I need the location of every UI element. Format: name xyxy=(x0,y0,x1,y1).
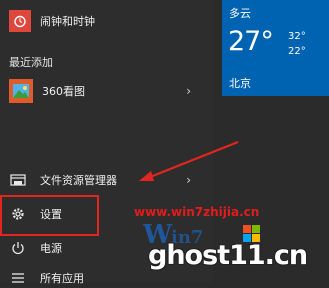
watermark-site: ghost11.cn xyxy=(148,240,308,271)
watermark-url: www.win7zhijia.cn xyxy=(134,205,260,219)
